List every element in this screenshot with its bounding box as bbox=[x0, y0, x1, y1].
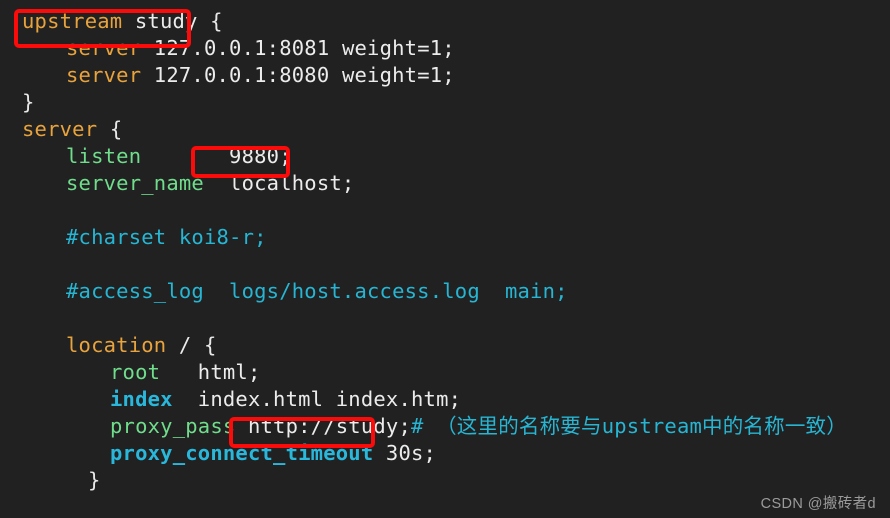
code-token: proxy_connect_timeout bbox=[110, 441, 374, 465]
code-token: # （这里的名称要与upstream中的名称一致） bbox=[411, 414, 847, 438]
code-token: { bbox=[109, 117, 123, 141]
code-line: index index.html index.htm; bbox=[0, 386, 890, 413]
code-line: listen 9880; bbox=[0, 143, 890, 170]
code-token: #access_log logs/host.access.log main; bbox=[66, 279, 568, 303]
code-token: listen bbox=[66, 144, 142, 168]
code-token: upstream bbox=[22, 9, 123, 33]
code-token: server bbox=[66, 36, 142, 60]
code-line: upstream study { bbox=[0, 8, 890, 35]
code-line: server_name localhost; bbox=[0, 170, 890, 197]
code-token: root bbox=[110, 360, 161, 384]
code-block: upstream study {server 127.0.0.1:8081 we… bbox=[0, 0, 890, 494]
code-line: server 127.0.0.1:8080 weight=1; bbox=[0, 62, 890, 89]
code-token: location bbox=[66, 333, 167, 357]
code-token: index.html index.htm; bbox=[172, 387, 462, 411]
code-line: } bbox=[0, 89, 890, 116]
code-token: / bbox=[166, 333, 204, 357]
code-token: } bbox=[88, 468, 101, 492]
code-line: } bbox=[0, 467, 890, 494]
code-token: index bbox=[110, 387, 173, 411]
code-token: 30s; bbox=[373, 441, 437, 465]
code-line: proxy_pass http://study;# （这里的名称要与upstre… bbox=[0, 413, 890, 440]
code-token: server bbox=[22, 117, 98, 141]
code-token: localhost; bbox=[203, 171, 355, 195]
code-token: html; bbox=[160, 360, 261, 384]
code-token: server bbox=[66, 63, 142, 87]
code-token: } bbox=[22, 90, 35, 114]
code-token: 127.0.0.1:8081 weight=1; bbox=[141, 36, 455, 60]
code-line: root html; bbox=[0, 359, 890, 386]
csdn-watermark: CSDN @搬砖者d bbox=[760, 496, 876, 512]
code-token: #charset koi8-r; bbox=[66, 225, 267, 249]
code-line: server 127.0.0.1:8081 weight=1; bbox=[0, 35, 890, 62]
code-token: http://study; bbox=[235, 414, 412, 438]
code-line: proxy_connect_timeout 30s; bbox=[0, 440, 890, 467]
code-line: location / { bbox=[0, 332, 890, 359]
code-line: #access_log logs/host.access.log main; bbox=[0, 278, 890, 305]
code-token: { bbox=[203, 333, 217, 357]
code-token: server_name bbox=[66, 171, 204, 195]
code-token: 9880; bbox=[141, 144, 292, 168]
code-screenshot: upstream study {server 127.0.0.1:8081 we… bbox=[0, 0, 890, 518]
code-token: study bbox=[122, 9, 211, 33]
code-token: 127.0.0.1:8080 weight=1; bbox=[141, 63, 455, 87]
code-line: #charset koi8-r; bbox=[0, 224, 890, 251]
code-token: proxy_pass bbox=[110, 414, 236, 438]
code-token: { bbox=[210, 9, 223, 33]
code-line: server { bbox=[0, 116, 890, 143]
